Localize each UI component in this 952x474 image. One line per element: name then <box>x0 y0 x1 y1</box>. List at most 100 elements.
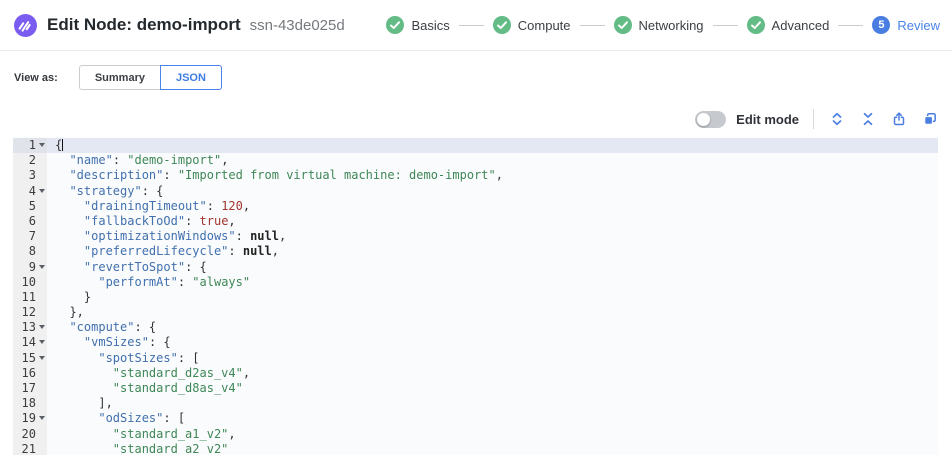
wizard-step-networking[interactable]: Networking <box>614 16 704 34</box>
line-number: 9 <box>13 260 47 275</box>
code-text: "standard_d2as_v4", <box>47 366 938 381</box>
code-line[interactable]: 18 ], <box>13 396 938 411</box>
code-line[interactable]: 4 "strategy": { <box>13 184 938 199</box>
code-line[interactable]: 8 "preferredLifecycle": null, <box>13 244 938 259</box>
export-icon[interactable] <box>891 111 907 127</box>
step-label: Basics <box>411 18 449 33</box>
code-line[interactable]: 12 }, <box>13 305 938 320</box>
code-line[interactable]: 19 "odSizes": [ <box>13 411 938 426</box>
code-line[interactable]: 16 "standard_d2as_v4", <box>13 366 938 381</box>
page-title: Edit Node: demo-import <box>47 15 241 35</box>
code-text: "preferredLifecycle": null, <box>47 244 938 259</box>
fold-toggle-icon[interactable] <box>39 325 45 329</box>
code-text: "performAt": "always" <box>47 275 938 290</box>
step-check-icon <box>493 16 511 34</box>
fold-toggle-icon[interactable] <box>39 340 45 344</box>
code-text: "compute": { <box>47 320 938 335</box>
step-connector <box>459 25 484 26</box>
edit-mode-toggle-knob <box>697 113 710 126</box>
line-number: 13 <box>13 320 47 335</box>
wizard-step-advanced[interactable]: Advanced <box>747 16 830 34</box>
node-id: ssn-43de025d <box>250 17 345 34</box>
line-number: 19 <box>13 411 47 426</box>
fold-toggle-icon[interactable] <box>39 265 45 269</box>
fold-toggle-icon[interactable] <box>39 356 45 360</box>
code-text: "name": "demo-import", <box>47 153 938 168</box>
line-number: 8 <box>13 244 47 259</box>
step-check-icon <box>386 16 404 34</box>
code-line[interactable]: 1{ <box>13 138 938 153</box>
step-connector <box>713 25 738 26</box>
step-number-badge: 5 <box>872 16 890 34</box>
collapse-all-icon[interactable] <box>860 111 876 127</box>
code-line[interactable]: 20 "standard_a1_v2", <box>13 427 938 442</box>
code-text: "description": "Imported from virtual ma… <box>47 168 938 183</box>
code-line[interactable]: 9 "revertToSpot": { <box>13 260 938 275</box>
code-line[interactable]: 11 } <box>13 290 938 305</box>
line-number: 5 <box>13 199 47 214</box>
code-text: "odSizes": [ <box>47 411 938 426</box>
wizard-step-basics[interactable]: Basics <box>386 16 449 34</box>
spot-logo-icon <box>14 14 37 37</box>
json-code-editor[interactable]: 1{2 "name": "demo-import",3 "description… <box>13 137 938 455</box>
line-number: 2 <box>13 153 47 168</box>
expand-all-icon[interactable] <box>829 111 845 127</box>
line-number: 11 <box>13 290 47 305</box>
code-line[interactable]: 13 "compute": { <box>13 320 938 335</box>
code-text: "fallbackToOd": true, <box>47 214 938 229</box>
code-line[interactable]: 6 "fallbackToOd": true, <box>13 214 938 229</box>
line-number: 14 <box>13 335 47 350</box>
view-as-json-button[interactable]: JSON <box>160 65 222 90</box>
step-check-icon <box>614 16 632 34</box>
step-label: Review <box>897 18 940 33</box>
code-line[interactable]: 10 "performAt": "always" <box>13 275 938 290</box>
fold-toggle-icon[interactable] <box>39 143 45 147</box>
copy-icon[interactable] <box>922 111 938 127</box>
code-line[interactable]: 15 "spotSizes": [ <box>13 351 938 366</box>
code-line[interactable]: 17 "standard_d8as_v4" <box>13 381 938 396</box>
line-number: 18 <box>13 396 47 411</box>
code-text: ], <box>47 396 938 411</box>
line-number: 15 <box>13 351 47 366</box>
line-number: 21 <box>13 442 47 455</box>
code-text: "standard_a2_v2" <box>47 442 938 455</box>
view-as-row: View as: SummaryJSON <box>14 65 952 90</box>
step-connector <box>838 25 863 26</box>
code-line[interactable]: 14 "vmSizes": { <box>13 335 938 350</box>
step-label: Advanced <box>772 18 830 33</box>
code-line[interactable]: 21 "standard_a2_v2" <box>13 442 938 455</box>
edit-mode-toggle[interactable] <box>695 111 726 128</box>
view-as-label: View as: <box>14 72 58 84</box>
line-number: 10 <box>13 275 47 290</box>
code-line[interactable]: 7 "optimizationWindows": null, <box>13 229 938 244</box>
step-check-icon <box>747 16 765 34</box>
edit-mode-label: Edit mode <box>736 112 799 127</box>
view-as-summary-button[interactable]: Summary <box>79 65 161 90</box>
code-line[interactable]: 5 "drainingTimeout": 120, <box>13 199 938 214</box>
code-text: "strategy": { <box>47 184 938 199</box>
view-as-segmented-control: SummaryJSON <box>79 65 222 90</box>
fold-toggle-icon[interactable] <box>39 416 45 420</box>
wizard-step-compute[interactable]: Compute <box>493 16 571 34</box>
line-number: 12 <box>13 305 47 320</box>
line-number: 1 <box>13 138 47 153</box>
line-number: 20 <box>13 427 47 442</box>
code-text: }, <box>47 305 938 320</box>
editor-toolbar: Edit mode <box>0 108 938 130</box>
code-text: "standard_d8as_v4" <box>47 381 938 396</box>
line-number: 17 <box>13 381 47 396</box>
code-text: "optimizationWindows": null, <box>47 229 938 244</box>
code-text: } <box>47 290 938 305</box>
wizard-steps: Basics Compute Networking Advanced 5 Review <box>386 16 940 34</box>
code-text: "spotSizes": [ <box>47 351 938 366</box>
wizard-step-review[interactable]: 5 Review <box>872 16 940 34</box>
step-connector <box>580 25 605 26</box>
line-number: 7 <box>13 229 47 244</box>
code-line[interactable]: 2 "name": "demo-import", <box>13 153 938 168</box>
text-cursor <box>62 139 63 151</box>
fold-toggle-icon[interactable] <box>39 189 45 193</box>
code-line[interactable]: 3 "description": "Imported from virtual … <box>13 168 938 183</box>
wizard-header: Edit Node: demo-import ssn-43de025d Basi… <box>0 0 952 51</box>
toolbar-icons <box>829 111 938 127</box>
line-number: 4 <box>13 184 47 199</box>
